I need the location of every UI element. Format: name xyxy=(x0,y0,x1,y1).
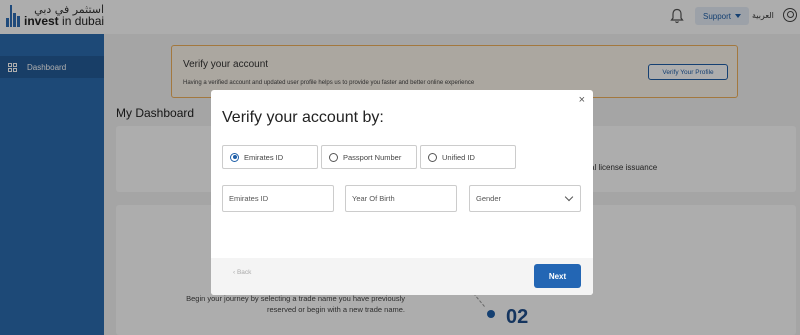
option-label: Unified ID xyxy=(442,152,475,162)
chevron-down-icon xyxy=(564,192,574,202)
option-passport-number[interactable]: Passport Number xyxy=(321,145,417,169)
back-button[interactable]: ‹ Back xyxy=(233,269,251,276)
option-emirates-id[interactable]: Emirates ID xyxy=(222,145,318,169)
year-of-birth-input[interactable]: Year Of Birth xyxy=(345,185,457,212)
verify-account-modal: × Verify your account by: Emirates ID Pa… xyxy=(211,90,593,295)
modal-title: Verify your account by: xyxy=(222,109,384,126)
gender-value: Gender xyxy=(476,194,502,203)
gender-select[interactable]: Gender xyxy=(469,185,581,212)
option-label: Emirates ID xyxy=(244,152,284,162)
close-icon[interactable]: × xyxy=(579,94,585,106)
emirates-id-input[interactable]: Emirates ID xyxy=(222,185,334,212)
radio-icon xyxy=(329,152,338,162)
option-unified-id[interactable]: Unified ID xyxy=(420,145,516,169)
radio-selected-icon xyxy=(230,152,239,162)
option-label: Passport Number xyxy=(343,152,402,162)
next-button[interactable]: Next xyxy=(534,264,581,288)
radio-icon xyxy=(428,152,437,162)
modal-footer: ‹ Back Next xyxy=(211,258,593,295)
